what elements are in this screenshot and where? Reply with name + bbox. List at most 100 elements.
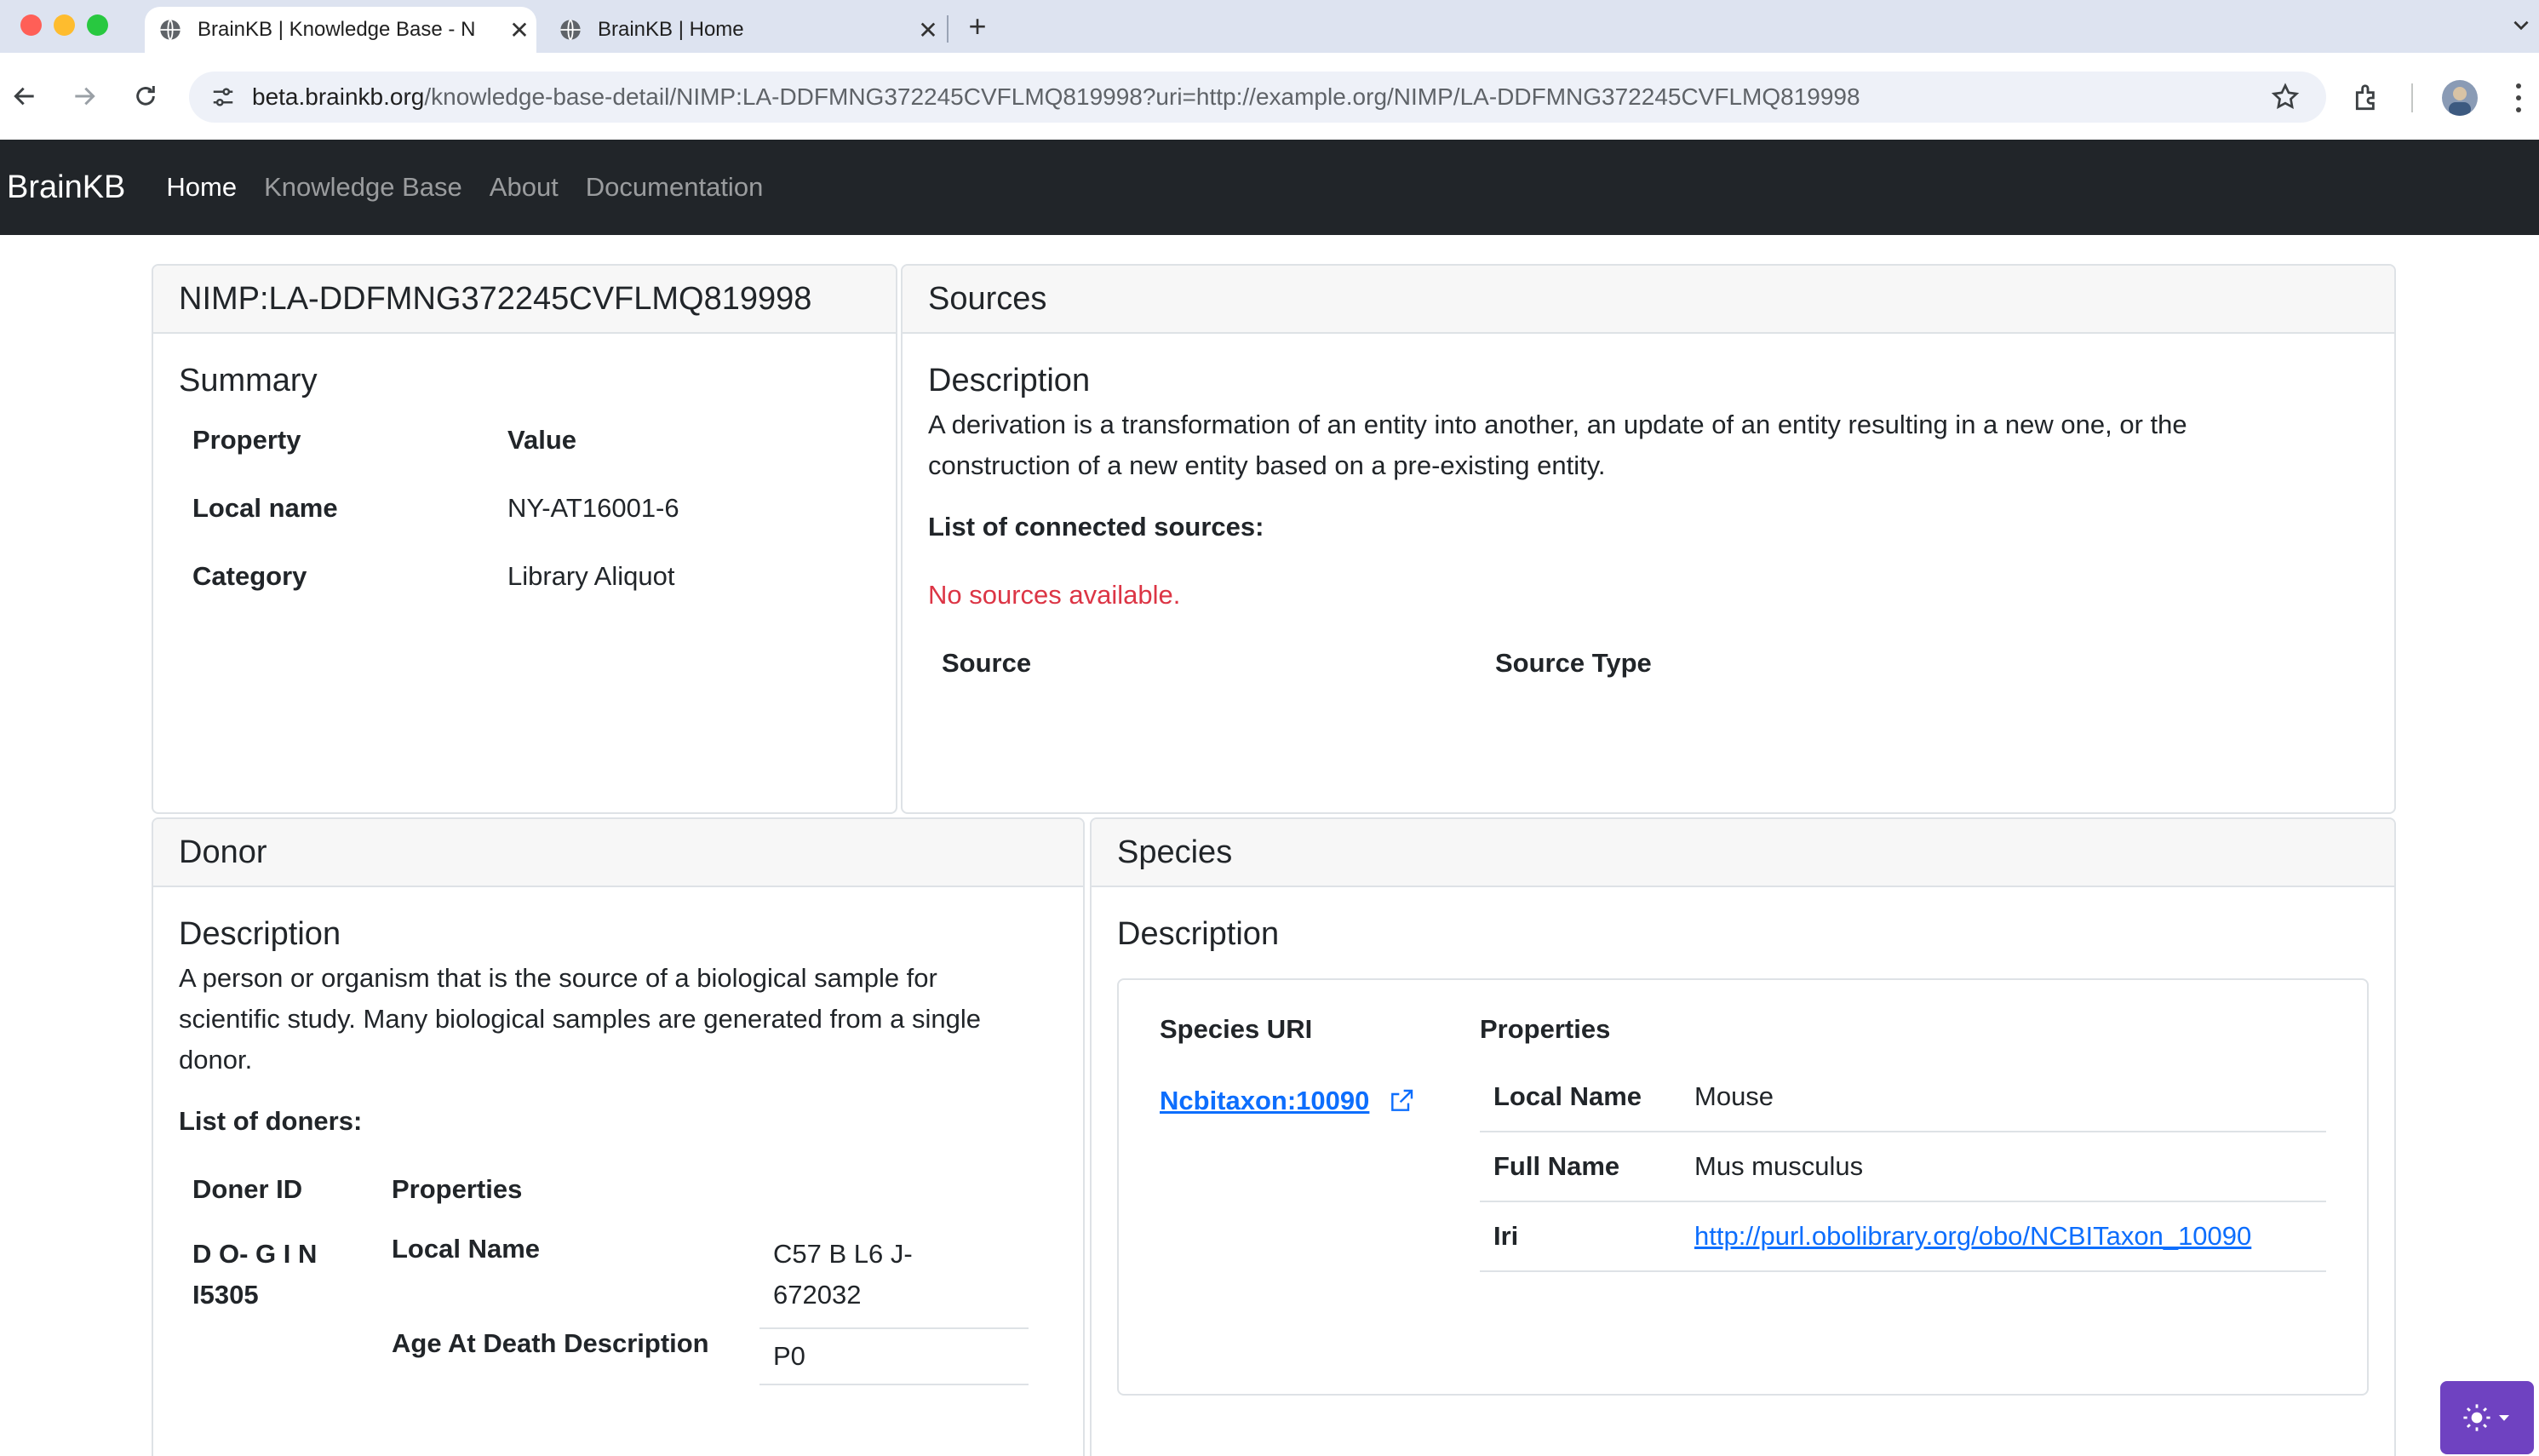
species-properties-table: Local Name Mouse Full Name Mus musculus … xyxy=(1480,1062,2326,1272)
donor-id: D O- G I N I5305 xyxy=(179,1234,392,1385)
url-host: beta.brainkb.org xyxy=(252,83,425,110)
species-uri-link[interactable]: Ncbitaxon:10090 xyxy=(1160,1086,1369,1116)
tab-title: BrainKB | Home xyxy=(598,18,744,41)
tab-search-button[interactable] xyxy=(2503,10,2539,46)
column-header-donor-id: Doner ID xyxy=(192,1174,303,1204)
donor-properties-table: Local Name C57 B L6 J- 672032 Age At Dea… xyxy=(392,1234,1029,1385)
globe-icon xyxy=(560,19,581,41)
property-key: Age At Death Description xyxy=(392,1328,709,1358)
new-tab-button[interactable]: + xyxy=(960,7,994,46)
summary-value: NY-AT16001-6 xyxy=(507,493,679,523)
nav-link-knowledge-base[interactable]: Knowledge Base xyxy=(264,172,462,203)
iri-link[interactable]: http://purl.obolibrary.org/obo/NCBITaxon… xyxy=(1694,1221,2251,1251)
browser-tab-bar: BrainKB | Knowledge Base - N ✕ BrainKB |… xyxy=(0,0,2539,53)
url-text: beta.brainkb.org/knowledge-base-detail/N… xyxy=(252,83,1860,111)
sources-card: Sources Description A derivation is a tr… xyxy=(901,264,2396,814)
donors-list-label: List of doners: xyxy=(179,1106,363,1136)
reload-button[interactable] xyxy=(124,75,167,118)
sources-description-title: Description xyxy=(928,363,1091,398)
table-row: Category Library Aliquot xyxy=(179,542,679,610)
property-value-line: C57 B L6 J- xyxy=(773,1239,913,1269)
table-row: D O- G I N I5305 Local Name C57 B L6 J- … xyxy=(179,1234,1029,1385)
table-row: Local name NY-AT16001-6 xyxy=(179,474,679,542)
browser-toolbar: beta.brainkb.org/knowledge-base-detail/N… xyxy=(0,53,2539,140)
donor-header: Donor xyxy=(153,819,1083,887)
property-key: Local Name xyxy=(392,1234,541,1264)
brand-logo[interactable]: BrainKB xyxy=(7,169,125,206)
species-header: Species xyxy=(1092,819,2394,887)
url-path: /knowledge-base-detail/NIMP:LA-DDFMNG372… xyxy=(424,83,1860,110)
globe-icon xyxy=(160,19,181,41)
column-header-donor-properties: Properties xyxy=(392,1174,523,1204)
close-icon[interactable]: ✕ xyxy=(502,16,536,44)
sun-icon xyxy=(2463,1404,2490,1431)
nav-link-documentation[interactable]: Documentation xyxy=(586,172,764,203)
window-maximize-button[interactable] xyxy=(87,14,108,36)
entity-summary-card: NIMP:LA-DDFMNG372245CVFLMQ819998 Summary… xyxy=(152,264,897,814)
arrow-left-icon xyxy=(14,87,34,106)
avatar-icon xyxy=(2449,87,2471,116)
table-row: Local Name Mouse xyxy=(1480,1062,2326,1132)
property-value: P0 xyxy=(759,1328,1029,1385)
property-key: Full Name xyxy=(1480,1132,1681,1202)
extensions-puzzle-icon[interactable] xyxy=(2352,82,2384,114)
chevron-down-icon xyxy=(2513,20,2529,31)
summary-table: Property Value Local name NY-AT16001-6 C… xyxy=(179,406,679,610)
donor-id-line: I5305 xyxy=(192,1280,259,1310)
address-bar[interactable]: beta.brainkb.org/knowledge-base-detail/N… xyxy=(189,72,2326,123)
toolbar-divider xyxy=(2411,83,2413,112)
entity-id-header: NIMP:LA-DDFMNG372245CVFLMQ819998 xyxy=(153,266,896,334)
reload-icon xyxy=(136,86,155,106)
nav-link-about[interactable]: About xyxy=(490,172,559,203)
browser-tab-knowledge-base[interactable]: BrainKB | Knowledge Base - N ✕ xyxy=(145,7,536,53)
column-header-property: Property xyxy=(192,425,301,455)
donors-table: Doner ID Properties D O- G I N I5305 Loc… xyxy=(179,1174,1029,1385)
browser-menu-button[interactable] xyxy=(2510,80,2527,116)
column-header-species-uri: Species URI xyxy=(1160,1014,1313,1044)
browser-tab-home[interactable]: BrainKB | Home ✕ xyxy=(545,7,945,53)
arrow-right-icon xyxy=(75,87,95,106)
sources-header: Sources xyxy=(903,266,2394,334)
sources-description: A derivation is a transformation of an e… xyxy=(928,410,2187,480)
species-card: Species Description Species URI Ncbitaxo… xyxy=(1090,817,2396,1456)
back-button[interactable] xyxy=(3,75,46,118)
nav-link-home[interactable]: Home xyxy=(166,172,237,203)
summary-value: Library Aliquot xyxy=(507,561,675,591)
close-icon[interactable]: ✕ xyxy=(911,16,945,44)
caret-down-icon xyxy=(2499,1415,2509,1421)
external-link-icon[interactable] xyxy=(1388,1087,1415,1115)
tab-divider xyxy=(947,15,949,43)
donor-id-line: D O- G I N xyxy=(192,1239,318,1269)
table-row: Iri http://purl.obolibrary.org/obo/NCBIT… xyxy=(1480,1201,2326,1272)
tab-title: BrainKB | Knowledge Base - N xyxy=(198,18,476,41)
donor-card: Donor Description A person or organism t… xyxy=(152,817,1085,1456)
no-sources-message: No sources available. xyxy=(928,580,1181,610)
column-header-species-properties: Properties xyxy=(1480,1014,1611,1044)
bookmark-star-icon[interactable] xyxy=(2270,82,2301,112)
summary-title: Summary xyxy=(179,363,318,398)
property-value-line: 672032 xyxy=(773,1280,862,1310)
forward-button[interactable] xyxy=(63,75,106,118)
column-header-source-type: Source Type xyxy=(1495,648,1652,678)
table-row: Local Name C57 B L6 J- 672032 xyxy=(392,1234,1029,1329)
column-header-source: Source xyxy=(942,648,1032,678)
property-value: http://purl.obolibrary.org/obo/NCBITaxon… xyxy=(1681,1201,2326,1272)
species-details-box: Species URI Ncbitaxon:10090 Properties L… xyxy=(1117,978,2369,1396)
property-value: Mouse xyxy=(1681,1062,2326,1132)
species-description-title: Description xyxy=(1117,916,1280,952)
donor-description-title: Description xyxy=(179,916,341,952)
property-value: C57 B L6 J- 672032 xyxy=(759,1234,1029,1329)
donor-description: A person or organism that is the source … xyxy=(179,963,981,1075)
column-header-value: Value xyxy=(507,425,576,455)
window-close-button[interactable] xyxy=(20,14,42,36)
property-key: Iri xyxy=(1480,1201,1681,1272)
site-settings-icon[interactable] xyxy=(206,80,240,114)
site-navbar: BrainKB Home Knowledge Base About Docume… xyxy=(0,140,2539,235)
property-key: Local Name xyxy=(1480,1062,1681,1132)
summary-key: Category xyxy=(192,561,307,591)
theme-toggle-button[interactable] xyxy=(2440,1381,2534,1454)
connected-sources-label: List of connected sources: xyxy=(928,512,1264,542)
profile-avatar[interactable] xyxy=(2442,80,2478,116)
property-value: Mus musculus xyxy=(1681,1132,2326,1202)
window-minimize-button[interactable] xyxy=(54,14,75,36)
